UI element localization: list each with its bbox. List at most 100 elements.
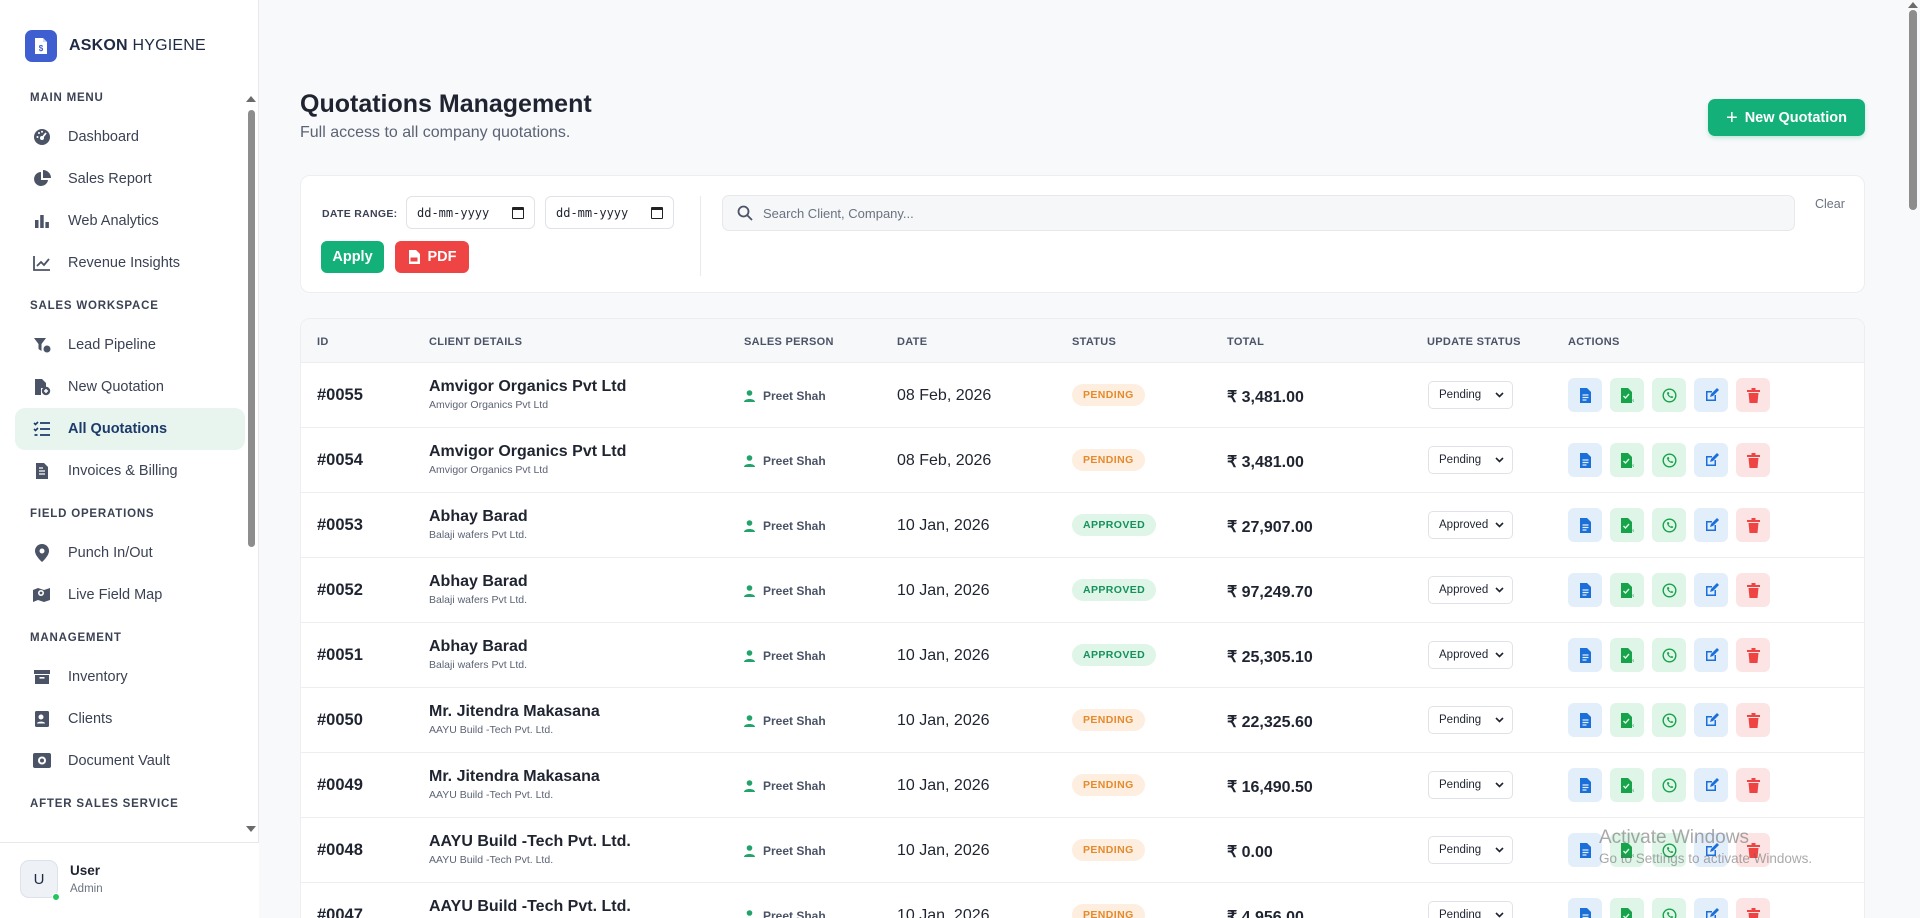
table-row[interactable]: #0054 Amvigor Organics Pvt Ltd Amvigor Org… — [301, 428, 1864, 493]
update-status-select[interactable]: Pending — [1428, 381, 1513, 409]
quotation-id[interactable]: #0052 — [317, 581, 363, 600]
whatsapp-share-button[interactable] — [1652, 638, 1686, 672]
delete-button[interactable] — [1736, 703, 1770, 737]
page-scroll-up-arrow[interactable] — [1908, 2, 1918, 8]
download-pdf-button[interactable]: PDF — [1610, 898, 1644, 918]
download-pdf-button[interactable]: PDF — [1610, 443, 1644, 477]
edit-button[interactable] — [1694, 378, 1728, 412]
download-pdf-button[interactable]: PDF — [1610, 573, 1644, 607]
clear-filters-link[interactable]: Clear — [1815, 197, 1845, 211]
sidebar-scroll-up-arrow[interactable] — [246, 96, 256, 102]
quotation-total: ₹ 22,325.60 — [1227, 714, 1313, 731]
brand[interactable]: $ ASKON HYGIENE — [25, 30, 206, 62]
new-quotation-button[interactable]: + New Quotation — [1708, 99, 1865, 136]
whatsapp-share-button[interactable] — [1652, 378, 1686, 412]
sales-person-name: Preet Shah — [763, 454, 826, 468]
download-pdf-button[interactable]: PDF — [1610, 378, 1644, 412]
sidebar-item-sales-report[interactable]: Sales Report — [15, 158, 245, 200]
edit-button[interactable] — [1694, 638, 1728, 672]
sidebar-item-inventory[interactable]: Inventory — [15, 656, 245, 698]
edit-button[interactable] — [1694, 508, 1728, 542]
calendar-icon[interactable] — [651, 207, 663, 219]
quotation-id[interactable]: #0050 — [317, 711, 363, 730]
sidebar-item-lead-pipeline[interactable]: Lead Pipeline — [15, 324, 245, 366]
sidebar-item-punch-in-out[interactable]: Punch In/Out — [15, 532, 245, 574]
update-status-select[interactable]: Pending — [1428, 836, 1513, 864]
delete-button[interactable] — [1736, 573, 1770, 607]
download-pdf-button[interactable]: PDF — [1610, 768, 1644, 802]
download-pdf-button[interactable]: PDF — [1610, 508, 1644, 542]
edit-button[interactable] — [1694, 898, 1728, 918]
page-scrollbar-thumb[interactable] — [1909, 10, 1917, 210]
sidebar-item-clients[interactable]: Clients — [15, 698, 245, 740]
table-row[interactable]: #0047AAYU Build -Tech Pvt. Ltd.AAYU Buil… — [301, 883, 1864, 918]
view-button[interactable] — [1568, 378, 1602, 412]
date-to-input[interactable]: dd-mm-yyyy — [545, 196, 674, 229]
table-row[interactable]: #0055 Amvigor Organics Pvt Ltd Amvigor Org… — [301, 363, 1864, 428]
update-status-select[interactable]: Pending — [1428, 706, 1513, 734]
whatsapp-share-button[interactable] — [1652, 443, 1686, 477]
whatsapp-share-button[interactable] — [1652, 898, 1686, 918]
sidebar-item-new-quotation[interactable]: New Quotation — [15, 366, 245, 408]
view-button[interactable] — [1568, 638, 1602, 672]
sidebar-scroll-down-arrow[interactable] — [246, 826, 256, 832]
view-button[interactable] — [1568, 768, 1602, 802]
sidebar-item-document-vault[interactable]: Document Vault — [15, 740, 245, 782]
quotation-id[interactable]: #0051 — [317, 646, 363, 665]
edit-button[interactable] — [1694, 768, 1728, 802]
apply-button[interactable]: Apply — [321, 241, 384, 273]
update-status-select[interactable]: Pending — [1428, 771, 1513, 799]
person-icon — [744, 715, 755, 727]
table-row[interactable]: #0051 Abhay Barad Balaji wafers Pvt Ltd. Pr… — [301, 623, 1864, 688]
search-input[interactable]: Search Client, Company... — [722, 195, 1795, 231]
download-pdf-button[interactable]: PDF — [1610, 638, 1644, 672]
delete-button[interactable] — [1736, 508, 1770, 542]
quotation-id[interactable]: #0053 — [317, 516, 363, 535]
view-button[interactable] — [1568, 898, 1602, 918]
table-row[interactable]: #0052 Abhay Barad Balaji wafers Pvt Ltd. Pr… — [301, 558, 1864, 623]
table-row[interactable]: #0049 Mr. Jitendra Makasana AAYU Build -Te… — [301, 753, 1864, 818]
quotation-id[interactable]: #0047 — [317, 906, 363, 918]
update-status-select[interactable]: Approved — [1428, 576, 1513, 604]
view-button[interactable] — [1568, 703, 1602, 737]
view-button[interactable] — [1568, 573, 1602, 607]
quotation-id[interactable]: #0049 — [317, 776, 363, 795]
sidebar-item-dashboard[interactable]: Dashboard — [15, 116, 245, 158]
edit-button[interactable] — [1694, 703, 1728, 737]
whatsapp-share-button[interactable] — [1652, 768, 1686, 802]
download-pdf-button[interactable]: PDF — [1610, 703, 1644, 737]
quotation-id[interactable]: #0054 — [317, 451, 363, 470]
update-status-select[interactable]: Approved — [1428, 511, 1513, 539]
table-row[interactable]: #0050 Mr. Jitendra Makasana AAYU Build -Te… — [301, 688, 1864, 753]
delete-button[interactable] — [1736, 768, 1770, 802]
update-status-select[interactable]: Pending — [1428, 901, 1513, 918]
sidebar-item-invoices-billing[interactable]: Invoices & Billing — [15, 450, 245, 492]
delete-button[interactable] — [1736, 443, 1770, 477]
sidebar-item-web-analytics[interactable]: Web Analytics — [15, 200, 245, 242]
user-profile[interactable]: U User Admin — [0, 842, 259, 918]
whatsapp-share-button[interactable] — [1652, 508, 1686, 542]
calendar-icon[interactable] — [512, 207, 524, 219]
table-row[interactable]: #0053 Abhay Barad Balaji wafers Pvt Ltd. Pr… — [301, 493, 1864, 558]
whatsapp-share-button[interactable] — [1652, 703, 1686, 737]
edit-button[interactable] — [1694, 573, 1728, 607]
update-status-select[interactable]: Approved — [1428, 641, 1513, 669]
sidebar-scrollbar-thumb[interactable] — [248, 110, 255, 547]
delete-button[interactable] — [1736, 378, 1770, 412]
update-status-select[interactable]: Pending — [1428, 446, 1513, 474]
sidebar-item-all-quotations[interactable]: All Quotations — [15, 408, 245, 450]
delete-button[interactable] — [1736, 638, 1770, 672]
delete-button[interactable] — [1736, 898, 1770, 918]
edit-button[interactable] — [1694, 443, 1728, 477]
view-button[interactable] — [1568, 508, 1602, 542]
sidebar-item-revenue-insights[interactable]: Revenue Insights — [15, 242, 245, 284]
export-pdf-button[interactable]: PDF — [395, 241, 469, 273]
whatsapp-share-button[interactable] — [1652, 573, 1686, 607]
date-from-input[interactable]: dd-mm-yyyy — [406, 196, 535, 229]
view-button[interactable] — [1568, 833, 1602, 867]
sidebar-item-live-field-map[interactable]: Live Field Map — [15, 574, 245, 616]
view-button[interactable] — [1568, 443, 1602, 477]
sidebar-item-label: Invoices & Billing — [68, 463, 178, 479]
quotation-id[interactable]: #0055 — [317, 386, 363, 405]
quotation-id[interactable]: #0048 — [317, 841, 363, 860]
